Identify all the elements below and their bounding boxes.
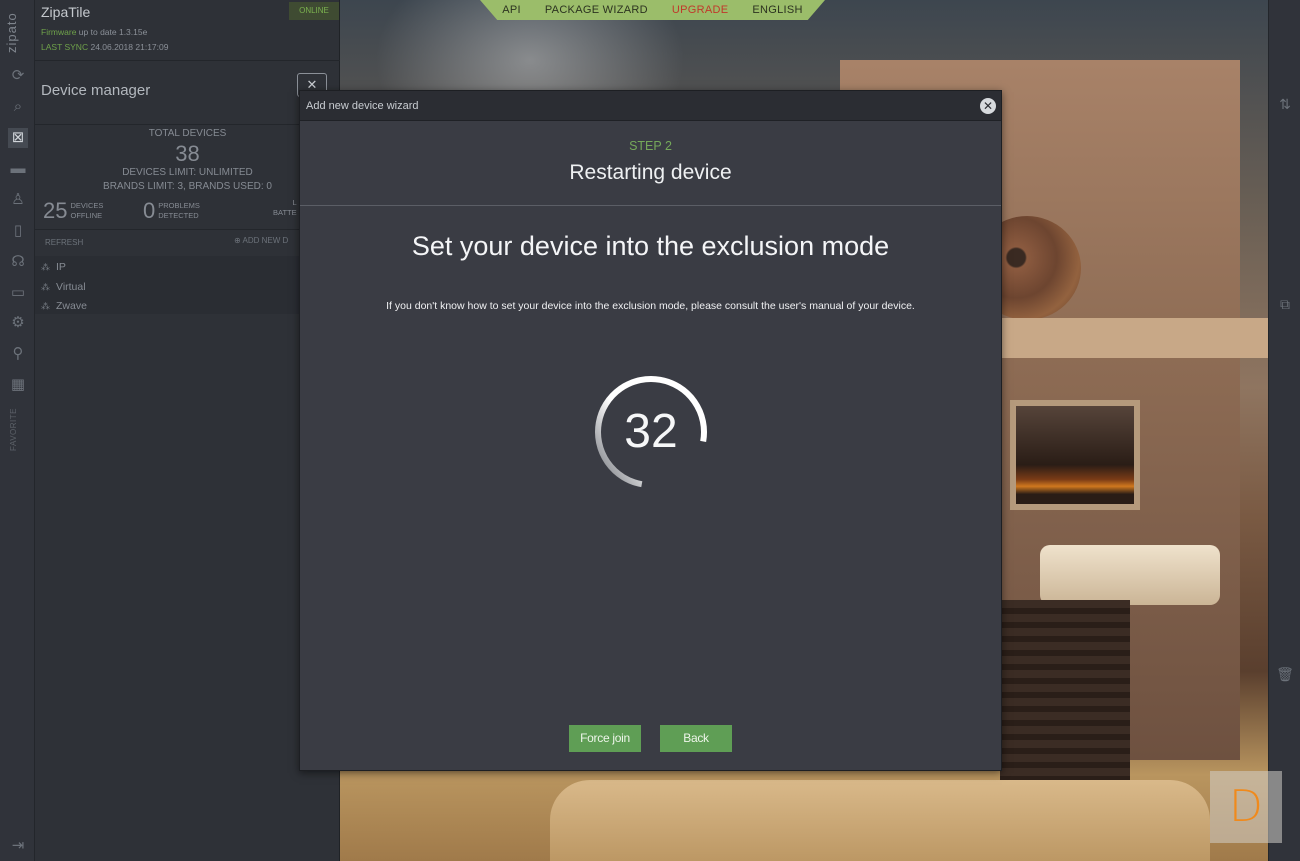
- nav-api-link[interactable]: API: [502, 4, 521, 16]
- last-sync-label: LAST SYNC: [41, 42, 89, 52]
- divider: [300, 205, 1001, 206]
- network-icon: ⁂: [41, 301, 50, 311]
- total-devices-label: TOTAL DEVICES: [148, 128, 227, 139]
- nav-upgrade-link[interactable]: UPGRADE: [672, 4, 729, 16]
- plus-icon: ⊕: [234, 236, 241, 245]
- nav-language-link[interactable]: ENGLISH: [752, 4, 802, 16]
- firmware-text: up to date 1.3.15e: [78, 27, 148, 37]
- devices-limit: DEVICES LIMIT: UNLIMITED: [122, 167, 253, 178]
- logout-icon[interactable]: ⇥: [8, 836, 28, 856]
- left-icon-rail: zipato ⟳ ⌕ ⊠ ▬ ♙ ▯ ☊ ▭ ⚙ ⚲ ▦ FAVORITE ⇥: [0, 0, 35, 861]
- tree-item-label: Virtual: [56, 281, 86, 293]
- stat-offline[interactable]: 25 DEVICES OFFLINE: [43, 198, 103, 224]
- watermark-logo: D: [1210, 771, 1282, 843]
- step-title: Restarting device: [569, 161, 732, 184]
- scenes-icon[interactable]: ▬: [8, 159, 28, 179]
- add-new-device-button[interactable]: ⊕ ADD NEW D: [234, 236, 288, 245]
- tree-item-label: IP: [56, 261, 66, 273]
- tree-item-zwave[interactable]: ⁂ Zwave: [41, 300, 87, 312]
- network-icon: ⁂: [41, 282, 50, 292]
- settings-icon[interactable]: ⚙: [8, 313, 28, 333]
- device-manager-panel: ZipaTile ONLINE Firmware up to date 1.3.…: [35, 0, 340, 861]
- nav-package-wizard-link[interactable]: PACKAGE WIZARD: [545, 4, 648, 16]
- add-device-wizard-dialog: Add new device wizard ✕ STEP 2 Restartin…: [299, 90, 1002, 771]
- trash-icon[interactable]: 🗑: [1275, 666, 1295, 683]
- back-button[interactable]: Back: [660, 725, 732, 752]
- stat-label: L BATTE: [273, 198, 297, 217]
- brand-logo: zipato: [4, 12, 19, 54]
- background-sofa: [550, 780, 1210, 861]
- stat-value: 25: [43, 198, 68, 223]
- rules-icon[interactable]: ▯: [8, 221, 28, 241]
- force-join-button[interactable]: Force join: [569, 725, 641, 752]
- hub-name: ZipaTile: [41, 4, 91, 20]
- stat-battery[interactable]: L BATTE: [273, 198, 297, 218]
- location-icon[interactable]: ⚲: [8, 344, 28, 364]
- stat-label: PROBLEMS DETECTED: [158, 201, 200, 220]
- network-icon: ⁂: [41, 262, 50, 272]
- users-icon[interactable]: ♙: [8, 190, 28, 210]
- dialog-title: Add new device wizard: [306, 99, 419, 112]
- refresh-button[interactable]: REFRESH: [45, 238, 83, 247]
- instruction-help-text: If you don't know how to set your device…: [386, 300, 915, 312]
- divider: [35, 124, 340, 125]
- calendar-icon[interactable]: ▦: [8, 375, 28, 395]
- dialog-header: Add new device wizard: [300, 91, 1001, 121]
- search-icon[interactable]: ⌕: [8, 97, 28, 117]
- divider: [35, 229, 340, 230]
- tree-item-virtual[interactable]: ⁂ Virtual: [41, 281, 86, 293]
- total-devices-value: 38: [175, 141, 200, 166]
- background-cushion: [1040, 545, 1220, 605]
- devices-icon[interactable]: ⊠: [8, 128, 28, 148]
- status-badge: ONLINE: [289, 2, 339, 20]
- divider: [35, 60, 340, 61]
- tree-item-label: Zwave: [56, 300, 87, 312]
- sort-icon[interactable]: ⇅: [1275, 96, 1295, 113]
- instruction-heading: Set your device into the exclusion mode: [411, 231, 890, 261]
- tree-item-ip[interactable]: ⁂ IP: [41, 261, 66, 273]
- firmware-label[interactable]: Firmware: [41, 27, 76, 37]
- last-sync-value: 24.06.2018 21:17:09: [90, 42, 169, 52]
- sync-icon[interactable]: ⟳: [8, 66, 28, 86]
- right-icon-rail: ⇅ ⧉ 🗑: [1268, 0, 1300, 861]
- device-tree: ⁂ IP ⁂ Virtual ⁂ Zwave: [35, 256, 340, 314]
- last-sync: LAST SYNC 24.06.2018 21:17:09: [41, 42, 168, 52]
- background-fireplace: [1010, 400, 1140, 510]
- background-chair: [1000, 600, 1130, 780]
- step-indicator: STEP 2: [629, 139, 672, 153]
- external-link-icon[interactable]: ⧉: [1275, 296, 1295, 313]
- add-new-device-label: ADD NEW D: [242, 236, 289, 245]
- brands-limit: BRANDS LIMIT: 3, BRANDS USED: 0: [103, 181, 272, 192]
- background-mantel: [1000, 318, 1268, 358]
- folder-icon[interactable]: ▭: [8, 283, 28, 303]
- countdown-timer: 32: [590, 371, 712, 493]
- close-icon[interactable]: ✕: [980, 98, 996, 114]
- favorite-label[interactable]: FAVORITE: [9, 408, 18, 451]
- support-icon[interactable]: ☊: [8, 252, 28, 272]
- page-title: Device manager: [41, 82, 151, 99]
- countdown-value: 32: [624, 405, 678, 458]
- top-nav: API PACKAGE WIZARD UPGRADE ENGLISH: [480, 0, 825, 20]
- stat-label: DEVICES OFFLINE: [70, 201, 104, 220]
- stat-problems[interactable]: 0 PROBLEMS DETECTED: [143, 198, 200, 224]
- firmware-status: Firmware up to date 1.3.15e: [41, 27, 147, 37]
- stat-value: 0: [143, 198, 156, 223]
